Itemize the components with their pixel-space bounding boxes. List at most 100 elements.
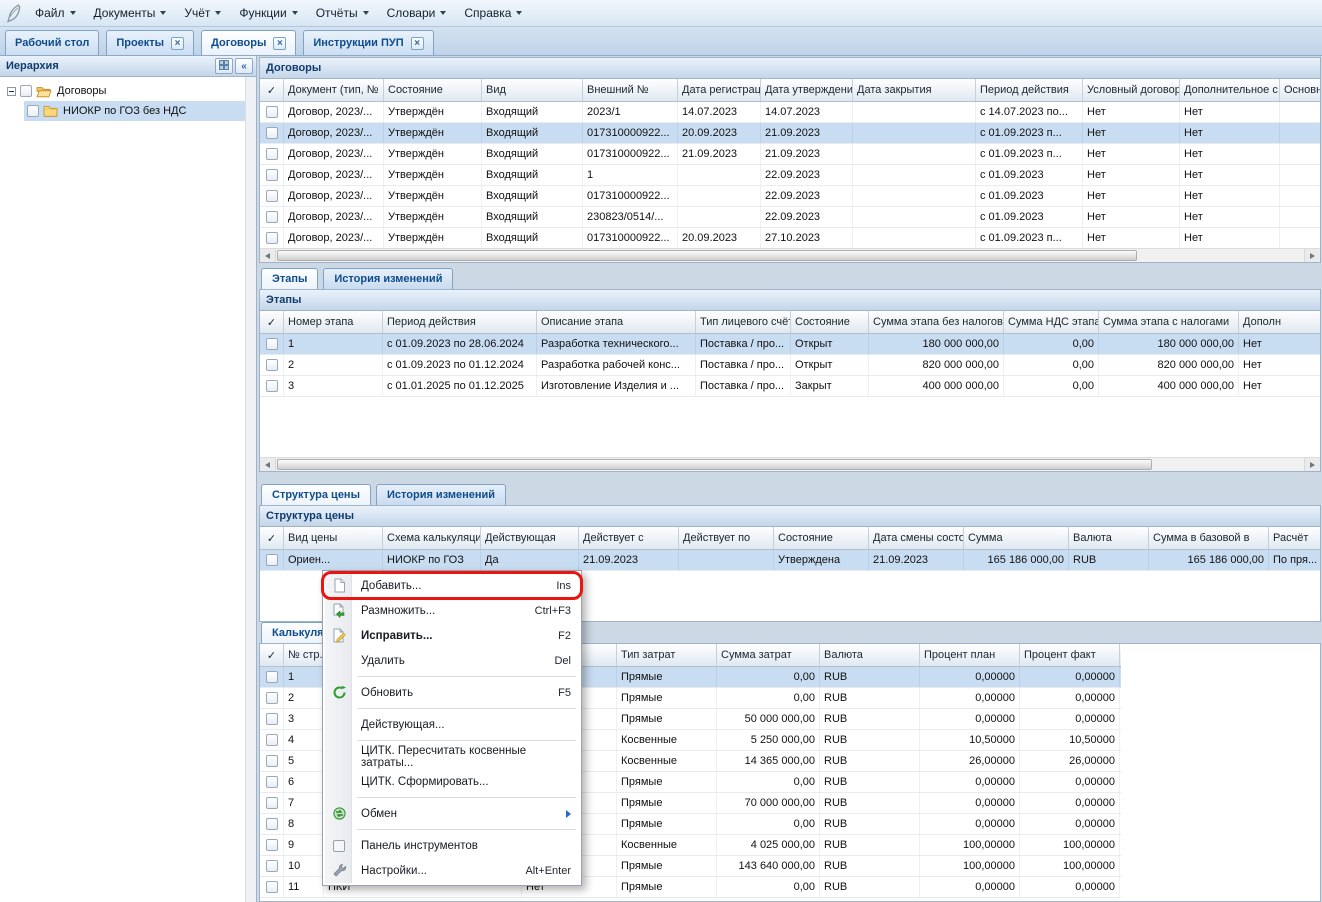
row-checkbox[interactable] [266,671,278,683]
menubar-item[interactable]: Учёт [175,0,230,26]
row-checkbox[interactable] [266,148,278,160]
row-checkbox[interactable] [266,755,278,767]
grid-row[interactable]: Договор, 2023/...УтверждёнВходящий230823… [260,207,1320,228]
context-menu-item[interactable]: Действующая... [325,712,579,737]
context-menu-item[interactable]: Исправить...F2 [325,623,579,648]
column-header[interactable]: Процент план [920,644,1020,666]
scroll-right-button[interactable] [1304,458,1320,471]
tree-checkbox[interactable] [20,85,32,97]
section-tab[interactable]: История изменений [323,268,453,289]
row-checkbox[interactable] [266,713,278,725]
column-header[interactable]: Дата закрытия [853,79,976,101]
tab-close-icon[interactable]: × [273,37,286,50]
column-header[interactable]: Дополнительное с [1180,79,1280,101]
column-header[interactable]: Сумма НДС этапа [1004,311,1099,333]
row-checkbox[interactable] [266,211,278,223]
column-header[interactable]: Состояние [774,527,869,549]
scrollbar-thumb[interactable] [277,459,1152,470]
column-header[interactable]: Процент факт [1020,644,1120,666]
context-menu-item[interactable]: Настройки...Alt+Enter [325,858,579,883]
grid-row[interactable]: Договор, 2023/...УтверждёнВходящий017310… [260,228,1320,249]
tree-expander-icon[interactable] [7,87,16,96]
column-header[interactable]: Условный договор [1083,79,1180,101]
row-checkbox[interactable] [266,839,278,851]
context-menu-item[interactable]: ОбновитьF5 [325,680,579,705]
hierarchy-grid-button[interactable] [215,58,233,74]
column-header[interactable]: Вид [482,79,583,101]
column-header[interactable]: Сумма в базовой в [1149,527,1269,549]
row-checkbox[interactable] [266,818,278,830]
column-header[interactable]: Расчёт [1269,527,1321,549]
scrollbar-thumb[interactable] [277,250,1137,261]
hierarchy-collapse-button[interactable]: « [235,58,253,74]
column-header[interactable]: № стр... [284,644,324,666]
window-tab[interactable]: Рабочий стол [5,30,99,55]
grid-row[interactable]: Ориен...НИОКР по ГОЗДа21.09.2023Утвержде… [260,550,1320,571]
column-header[interactable]: Сумма этапа без налогов [869,311,1004,333]
row-checkbox[interactable] [266,338,278,350]
column-header[interactable]: Номер этапа [284,311,383,333]
section-tab[interactable]: Структура цены [261,484,371,505]
tree-node-root[interactable]: Договоры [4,81,256,101]
window-tab[interactable]: Проекты× [106,30,194,55]
check-column-header[interactable]: ✓ [260,527,284,549]
check-column-header[interactable]: ✓ [260,311,284,333]
context-menu-item[interactable]: Добавить...Ins [325,573,579,598]
grid-row[interactable]: Договор, 2023/...УтверждёнВходящий017310… [260,186,1320,207]
row-checkbox[interactable] [266,106,278,118]
tab-close-icon[interactable]: × [411,37,424,50]
window-tab[interactable]: Инструкции ПУП× [303,30,433,55]
row-checkbox[interactable] [266,232,278,244]
contracts-hscrollbar[interactable] [260,248,1320,262]
column-header[interactable]: Описание этапа [537,311,696,333]
menubar-item[interactable]: Словари [378,0,456,26]
tree-node-selected[interactable]: НИОКР по ГОЗ без НДС [24,101,256,121]
column-header[interactable]: Валюта [820,644,920,666]
window-tab[interactable]: Договоры× [201,30,296,55]
column-header[interactable]: Тип лицевого счёт [696,311,791,333]
menubar-item[interactable]: Справка [455,0,531,26]
column-header[interactable]: Период действия [383,311,537,333]
row-checkbox[interactable] [266,169,278,181]
menubar-item[interactable]: Отчёты [307,0,378,26]
column-header[interactable]: Сумма [964,527,1069,549]
column-header[interactable]: Основн [1280,79,1321,101]
column-header[interactable]: Валюта [1069,527,1149,549]
row-checkbox[interactable] [266,554,278,566]
column-header[interactable]: Тип затрат [617,644,717,666]
row-checkbox[interactable] [266,860,278,872]
grid-row[interactable]: 1с 01.09.2023 по 28.06.2024Разработка те… [260,334,1320,355]
column-header[interactable]: Документ (тип, № [284,79,384,101]
scroll-left-button[interactable] [260,458,276,471]
column-header[interactable]: Вид цены [284,527,383,549]
row-checkbox[interactable] [266,776,278,788]
column-header[interactable]: Дата регистрации [678,79,761,101]
column-header[interactable]: Сумма этапа с налогами [1099,311,1239,333]
context-menu-item[interactable]: УдалитьDel [325,648,579,673]
tab-close-icon[interactable]: × [171,37,184,50]
column-header[interactable]: Состояние [384,79,482,101]
column-header[interactable]: Дата смены состо [869,527,964,549]
column-header[interactable]: Период действия [976,79,1083,101]
scroll-left-button[interactable] [260,249,276,262]
column-header[interactable]: Схема калькуляци [383,527,481,549]
context-menu-item[interactable]: Панель инструментов [325,833,579,858]
grid-row[interactable]: Договор, 2023/...УтверждёнВходящий017310… [260,123,1320,144]
grid-row[interactable]: Договор, 2023/...УтверждёнВходящий2023/1… [260,102,1320,123]
row-checkbox[interactable] [266,359,278,371]
context-menu-item[interactable]: Обмен [325,801,579,826]
menubar-item[interactable]: Файл [26,0,85,26]
column-header[interactable]: Дата утверждения [761,79,853,101]
column-header[interactable]: Состояние [791,311,869,333]
grid-row[interactable]: 3с 01.01.2025 по 01.12.2025Изготовление … [260,376,1320,397]
tree-checkbox[interactable] [27,105,39,117]
context-menu-item[interactable]: Размножить...Ctrl+F3 [325,598,579,623]
grid-row[interactable]: Договор, 2023/...УтверждёнВходящий122.09… [260,165,1320,186]
row-checkbox[interactable] [266,881,278,893]
stages-hscrollbar[interactable] [260,457,1320,471]
grid-row[interactable]: Договор, 2023/...УтверждёнВходящий017310… [260,144,1320,165]
column-header[interactable]: Сумма затрат [717,644,820,666]
context-menu-item[interactable]: ЦИТК. Пересчитать косвенные затраты... [325,744,579,769]
check-column-header[interactable]: ✓ [260,79,284,101]
column-header[interactable]: Действующая [481,527,579,549]
